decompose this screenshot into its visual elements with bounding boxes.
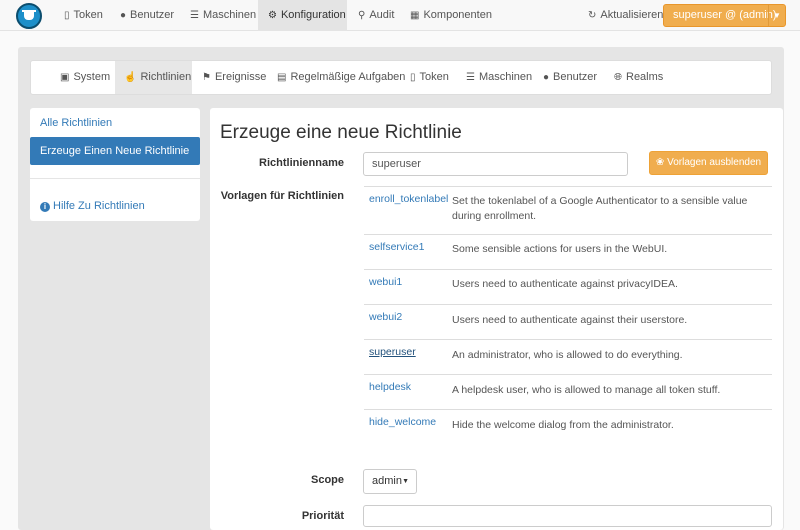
priority-label: Priorität [301, 510, 344, 522]
template-divider [364, 269, 772, 270]
sidebar-divider [30, 178, 200, 179]
tasks-icon: ▤ [277, 72, 287, 83]
template-link-hide-welcome[interactable]: hide_welcome [369, 416, 436, 428]
user-icon: ● [543, 72, 550, 83]
template-link-selfservice1[interactable]: selfservice1 [369, 241, 424, 253]
scope-select[interactable]: admin ▼ [363, 469, 417, 494]
tab-richtlinien[interactable]: ☝ Richtlinien [115, 61, 192, 94]
template-description: Users need to authenticate against priva… [452, 278, 678, 290]
config-subnav: ▣ System ☝ Richtlinien ⚑ Ereignisse ▤ Regelm… [30, 60, 772, 95]
nav-konfiguration[interactable]: ⚙ Konfiguration [258, 0, 347, 31]
user-icon: ● [120, 10, 127, 21]
tasks-icon: ☰ [466, 72, 475, 83]
refresh-button[interactable]: ↻ Aktualisieren [578, 0, 673, 31]
policy-name-label: Richtlinienname [259, 157, 344, 169]
privacyidea-logo[interactable] [16, 3, 42, 29]
user-menu-button[interactable]: superuser @ (admin) ▼ [663, 4, 786, 27]
globe-icon: 🌐︎ [614, 72, 622, 83]
mobile-icon: ▯ [64, 10, 70, 21]
nav-token[interactable]: ▯ Token [54, 0, 113, 31]
chevron-down-icon[interactable]: ▼ [768, 5, 785, 26]
template-description: Set the tokenlabel of a Google Authentic… [452, 195, 748, 222]
nav-komponenten[interactable]: ▦ Komponenten [400, 0, 502, 31]
template-link-helpdesk[interactable]: helpdesk [369, 381, 411, 393]
info-icon: i [40, 202, 50, 212]
tab-benutzer[interactable]: ● Benutzer [534, 61, 606, 94]
sidebar-item-all-policies[interactable]: Alle Richtlinien [40, 117, 112, 129]
tasks-icon: ☰ [190, 10, 199, 21]
top-navbar: ▯ Token ● Benutzer ☰ Maschinen ⚙ Konfigurati… [0, 0, 800, 31]
cog-icon: ⚙ [268, 10, 277, 21]
template-description: Users need to authenticate against their… [452, 314, 688, 326]
template-divider [364, 409, 772, 410]
template-divider [364, 339, 772, 340]
template-divider [364, 186, 772, 187]
template-link-webui1[interactable]: webui1 [369, 276, 402, 288]
template-link-superuser[interactable]: superuser [369, 346, 416, 358]
tab-regelmaessige-aufgaben[interactable]: ▤ Regelmäßige Aufgaben [268, 61, 414, 94]
tab-ereignisse[interactable]: ⚑ Ereignisse [193, 61, 275, 94]
tab-system[interactable]: ▣ System [51, 61, 119, 94]
template-description: Hide the welcome dialog from the adminis… [452, 419, 674, 431]
template-link-enroll-tokenlabel[interactable]: enroll_tokenlabel [369, 193, 448, 205]
leaf-icon: ❀ [655, 157, 665, 168]
page-title: Erzeuge eine neue Richtlinie [220, 122, 462, 143]
scope-label: Scope [310, 474, 344, 486]
grid-icon: ▦ [410, 10, 420, 21]
nav-audit[interactable]: ⚲ Audit [348, 0, 404, 31]
search-icon: ⚲ [358, 10, 366, 21]
template-divider [364, 234, 772, 235]
tab-maschinen[interactable]: ☰ Maschinen [457, 61, 541, 94]
caret-down-icon: ▼ [402, 478, 409, 485]
sidebar-item-create-policy[interactable]: Erzeuge Einen Neue Richtlinie [30, 137, 200, 165]
nav-maschinen[interactable]: ☰ Maschinen [180, 0, 266, 31]
refresh-icon: ↻ [588, 10, 597, 21]
hide-templates-button[interactable]: ❀ Vorlagen ausblenden [649, 151, 768, 175]
priority-input[interactable] [363, 505, 772, 527]
template-divider [364, 304, 772, 305]
tab-realms[interactable]: 🌐︎ Realms [605, 61, 672, 94]
policy-name-input[interactable] [363, 152, 628, 176]
sidebar-item-help[interactable]: i Hilfe Zu Richtlinien [40, 200, 145, 212]
hand-icon: ☝ [124, 72, 137, 83]
flag-icon: ⚑ [202, 72, 211, 83]
nav-benutzer[interactable]: ● Benutzer [110, 0, 184, 31]
mobile-icon: ▯ [410, 72, 416, 83]
template-link-webui2[interactable]: webui2 [369, 311, 402, 323]
template-description: A helpdesk user, who is allowed to manag… [452, 384, 721, 396]
template-description: Some sensible actions for users in the W… [452, 243, 668, 255]
server-icon: ▣ [60, 72, 70, 83]
template-divider [364, 374, 772, 375]
template-description: An administrator, who is allowed to do e… [452, 349, 683, 361]
tab-token[interactable]: ▯ Token [401, 61, 458, 94]
templates-label: Vorlagen für Richtlinien [220, 190, 344, 202]
